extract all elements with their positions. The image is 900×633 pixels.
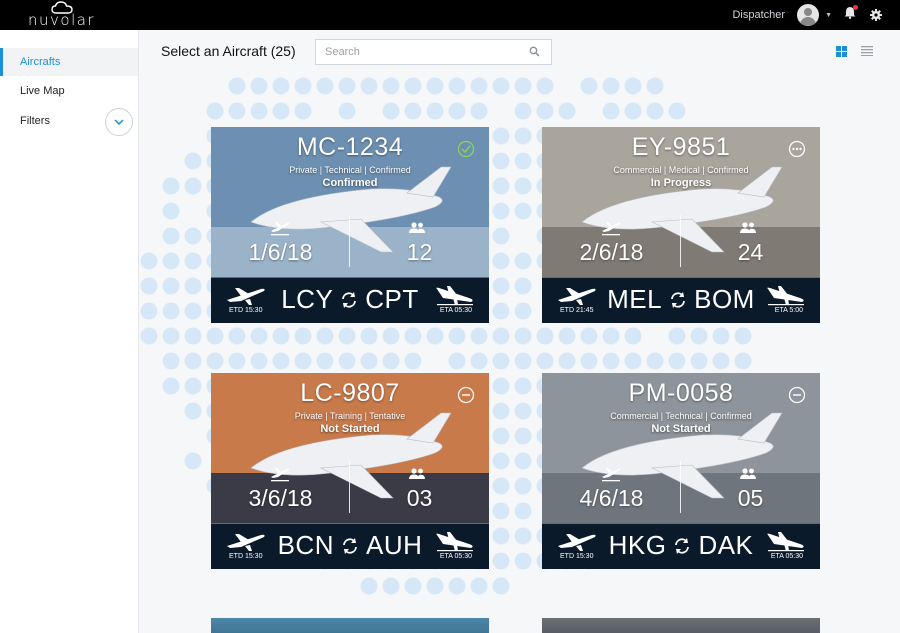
- eta-time: ETA 5:00: [775, 307, 803, 314]
- passenger-count: 05: [681, 485, 820, 512]
- chevron-down-icon[interactable]: ▼: [825, 12, 832, 19]
- filters-expand-button[interactable]: [105, 108, 133, 136]
- sidebar-item-live-map[interactable]: Live Map: [0, 77, 138, 105]
- logo-text: nuvolar: [28, 13, 95, 27]
- destination-airport: BOM: [694, 284, 755, 315]
- origin-airport: HKG: [609, 530, 667, 561]
- passenger-count: 24: [681, 239, 820, 266]
- check-circle-icon[interactable]: [457, 140, 475, 158]
- takeoff-icon: [269, 465, 291, 483]
- minus-circle-icon[interactable]: [788, 386, 806, 404]
- etd-time: ETD 15:30: [560, 553, 593, 560]
- flight-tags: Private | Technical | Confirmed: [211, 165, 489, 175]
- destination-airport: DAK: [698, 530, 753, 561]
- aircraft-registration: PM-0058: [542, 379, 820, 408]
- chevron-down-icon: [114, 119, 124, 125]
- etd-time: ETD 21:45: [560, 307, 593, 314]
- user-role[interactable]: Dispatcher: [732, 9, 785, 21]
- notification-badge: [853, 5, 858, 10]
- route-bar: HKG DAK ETD 15:30 ETA 05:30: [542, 523, 820, 569]
- origin-airport: LCY: [281, 284, 333, 315]
- route-bar: MEL BOM ETD 21:45 ETA 5:00: [542, 277, 820, 323]
- flight-status: In Progress: [542, 177, 820, 189]
- search-icon[interactable]: [529, 46, 540, 57]
- top-bar: nuvolar Dispatcher ▼: [0, 0, 900, 30]
- nuvolar-logo[interactable]: nuvolar: [28, 1, 95, 27]
- passengers-icon: [408, 468, 426, 480]
- swap-route-icon[interactable]: [672, 536, 692, 556]
- flight-date: 3/6/18: [211, 485, 350, 512]
- flight-tags: Private | Training | Tentative: [211, 411, 489, 421]
- sidebar: Aircrafts Live Map Filters: [0, 30, 139, 633]
- takeoff-icon: [600, 219, 622, 237]
- flight-status: Not Started: [211, 423, 489, 435]
- flight-date: 1/6/18: [211, 239, 350, 266]
- takeoff-icon: [600, 465, 622, 483]
- search-box[interactable]: [315, 39, 552, 65]
- passengers-icon: [739, 222, 757, 234]
- flight-tags: Commercial | Medical | Confirmed: [542, 165, 820, 175]
- flight-tags: Commercial | Technical | Confirmed: [542, 411, 820, 421]
- route-bar: LCY CPT ETD 15:30 ETA 05:30: [211, 277, 489, 323]
- destination-airport: CPT: [365, 284, 419, 315]
- origin-airport: MEL: [607, 284, 662, 315]
- destination-airport: AUH: [366, 530, 422, 561]
- flight-date: 4/6/18: [542, 485, 681, 512]
- aircraft-card[interactable]: PM-0058 Commercial | Technical | Confirm…: [542, 373, 820, 569]
- flight-status: Confirmed: [211, 177, 489, 189]
- passenger-count: 03: [350, 485, 489, 512]
- aircraft-card-partial[interactable]: [211, 618, 489, 633]
- swap-route-icon[interactable]: [668, 290, 688, 310]
- takeoff-icon: [269, 219, 291, 237]
- eta-time: ETA 05:30: [440, 307, 472, 314]
- aircraft-card[interactable]: EY-9851 Commercial | Medical | Confirmed…: [542, 127, 820, 323]
- sidebar-item-aircrafts[interactable]: Aircrafts: [0, 48, 138, 76]
- etd-time: ETD 15:30: [229, 553, 262, 560]
- list-view-icon[interactable]: [861, 46, 873, 56]
- etd-time: ETD 15:30: [229, 307, 262, 314]
- swap-route-icon[interactable]: [340, 536, 360, 556]
- aircraft-registration: LC-9807: [211, 379, 489, 408]
- origin-airport: BCN: [278, 530, 334, 561]
- gear-icon[interactable]: [870, 9, 882, 21]
- route-bar: BCN AUH ETD 15:30 ETA 05:30: [211, 523, 489, 569]
- passengers-icon: [408, 222, 426, 234]
- swap-route-icon[interactable]: [339, 290, 359, 310]
- aircraft-card[interactable]: LC-9807 Private | Training | Tentative N…: [211, 373, 489, 569]
- aircraft-registration: MC-1234: [211, 133, 489, 162]
- grid-view-icon[interactable]: [836, 46, 847, 57]
- eta-time: ETA 05:30: [440, 553, 472, 560]
- more-circle-icon[interactable]: [788, 140, 806, 158]
- aircraft-registration: EY-9851: [542, 133, 820, 162]
- eta-time: ETA 05:30: [771, 553, 803, 560]
- passenger-count: 12: [350, 239, 489, 266]
- aircraft-card[interactable]: MC-1234 Private | Technical | Confirmed …: [211, 127, 489, 323]
- notifications-button[interactable]: [844, 6, 856, 24]
- avatar[interactable]: [797, 4, 819, 26]
- flight-status: Not Started: [542, 423, 820, 435]
- search-input[interactable]: [316, 40, 516, 64]
- passengers-icon: [739, 468, 757, 480]
- minus-circle-icon[interactable]: [457, 386, 475, 404]
- flight-date: 2/6/18: [542, 239, 681, 266]
- page-title: Select an Aircraft (25): [161, 43, 296, 59]
- aircraft-card-partial[interactable]: [542, 618, 820, 633]
